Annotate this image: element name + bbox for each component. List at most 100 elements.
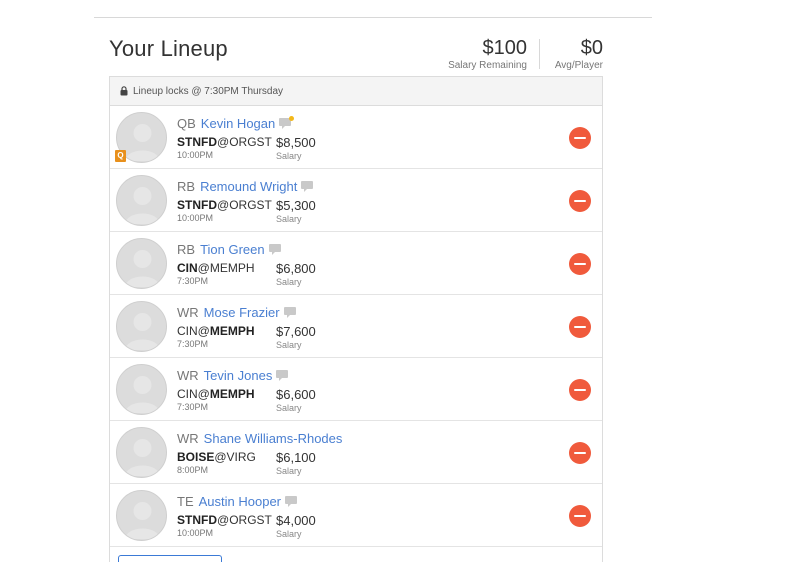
player-salary: $8,500 (276, 135, 316, 150)
remove-player-button[interactable] (569, 127, 591, 149)
player-name-link[interactable]: Kevin Hogan (201, 116, 275, 131)
matchup-at: @ (217, 135, 230, 149)
team-away: STNFD (177, 198, 217, 212)
remove-player-button[interactable] (569, 379, 591, 401)
team-away: CIN (177, 387, 198, 401)
game-matchup: CIN@MEMPH (177, 387, 255, 401)
player-position: RB (177, 241, 196, 257)
game-matchup: CIN@MEMPH (177, 261, 255, 275)
remove-player-button[interactable] (569, 253, 591, 275)
player-salary: $5,300 (276, 198, 316, 213)
avatar-placeholder-icon (116, 427, 167, 478)
player-name-link[interactable]: Tevin Jones (204, 368, 273, 383)
team-home: MEMPH (209, 387, 255, 401)
matchup-at: @ (197, 324, 210, 338)
news-icon[interactable] (285, 495, 298, 507)
matchup-at: @ (197, 387, 210, 401)
game-matchup: STNFD@ORGST (177, 135, 272, 149)
salary-label: Salary (276, 403, 302, 413)
avg-player-label: Avg/Player (554, 60, 603, 71)
remove-player-button[interactable] (569, 190, 591, 212)
player-row: WR Shane Williams-Rhodes BOISE@VIRG 8:00… (110, 421, 602, 484)
avatar-placeholder-icon (116, 490, 167, 541)
remove-icon (574, 452, 586, 454)
team-home: VIRG (226, 450, 256, 464)
remove-icon (574, 263, 586, 265)
player-row: TE Austin Hooper STNFD@ORGST 10:00PM $4,… (110, 484, 602, 547)
player-salary: $6,600 (276, 387, 316, 402)
team-home: ORGST (229, 198, 272, 212)
player-row: WR Tevin Jones CIN@MEMPH 7:30PM $6,600 S… (110, 358, 602, 421)
game-time: 7:30PM (177, 402, 209, 412)
remove-player-button[interactable] (569, 505, 591, 527)
salary-label: Salary (276, 151, 302, 161)
game-matchup: STNFD@ORGST (177, 198, 272, 212)
team-away: STNFD (177, 135, 217, 149)
player-salary: $7,600 (276, 324, 316, 339)
salary-label: Salary (276, 466, 302, 476)
team-home: ORGST (229, 135, 272, 149)
game-matchup: BOISE@VIRG (177, 450, 256, 464)
player-row: Q QB Kevin Hogan STNFD@ORGST 10:00PM $8,… (110, 106, 602, 169)
salary-label: Salary (276, 529, 302, 539)
team-away: STNFD (177, 513, 217, 527)
avg-player-stat: $0 Avg/Player (555, 36, 603, 71)
news-alert-dot (289, 115, 295, 121)
player-row: RB Remound Wright STNFD@ORGST 10:00PM $5… (110, 169, 602, 232)
player-position: QB (177, 115, 196, 131)
news-icon[interactable] (283, 306, 296, 318)
salary-label: Salary (276, 277, 302, 287)
news-icon[interactable] (276, 369, 289, 381)
player-name-link[interactable]: Mose Frazier (204, 305, 280, 320)
remove-player-button[interactable] (569, 316, 591, 338)
team-home: ORGST (229, 513, 272, 527)
player-position: WR (177, 304, 199, 320)
avatar-placeholder-icon (116, 364, 167, 415)
lineup-panel: Lineup locks @ 7:30PM Thursday Q QB Kevi… (109, 76, 603, 562)
player-name-link[interactable]: Tion Green (200, 242, 265, 257)
matchup-at: @ (217, 513, 230, 527)
avatar-placeholder-icon (116, 175, 167, 226)
player-name-link[interactable]: Remound Wright (200, 179, 297, 194)
remove-player-button[interactable] (569, 442, 591, 464)
remove-icon (574, 326, 586, 328)
player-row: WR Mose Frazier CIN@MEMPH 7:30PM $7,600 … (110, 295, 602, 358)
salary-remaining-label: Salary Remaining (448, 60, 527, 71)
lineup-lock-bar: Lineup locks @ 7:30PM Thursday (110, 77, 602, 106)
avatar-placeholder-icon (116, 301, 167, 352)
matchup-at: @ (217, 198, 230, 212)
game-time: 7:30PM (177, 276, 209, 286)
footer-button[interactable] (118, 555, 222, 562)
player-position: RB (177, 178, 196, 194)
avg-player-value: $0 (580, 37, 603, 59)
remove-icon (574, 389, 586, 391)
game-matchup: STNFD@ORGST (177, 513, 272, 527)
team-home: MEMPH (209, 261, 255, 275)
team-away: CIN (177, 324, 198, 338)
player-position: WR (177, 430, 199, 446)
page-title: Your Lineup (109, 36, 228, 61)
player-name-link[interactable]: Shane Williams-Rhodes (204, 431, 343, 446)
salary-remaining-stat: $100 Salary Remaining (448, 36, 527, 71)
remove-icon (574, 137, 586, 139)
stat-divider (539, 39, 540, 69)
player-salary: $6,800 (276, 261, 316, 276)
salary-label: Salary (276, 340, 302, 350)
player-salary: $6,100 (276, 450, 316, 465)
team-home: MEMPH (209, 324, 255, 338)
news-icon[interactable] (268, 243, 281, 255)
remove-icon (574, 200, 586, 202)
game-matchup: CIN@MEMPH (177, 324, 255, 338)
top-divider (94, 17, 652, 18)
lineup-header: Your Lineup $100 Salary Remaining $0 Avg… (109, 36, 603, 72)
lock-icon (120, 86, 128, 96)
game-time: 8:00PM (177, 465, 209, 475)
news-icon[interactable] (301, 180, 314, 192)
remove-icon (574, 515, 586, 517)
news-icon[interactable] (279, 115, 295, 129)
team-away: CIN (177, 261, 198, 275)
questionable-badge: Q (115, 150, 126, 162)
game-time: 10:00PM (177, 528, 214, 538)
matchup-at: @ (214, 450, 227, 464)
player-name-link[interactable]: Austin Hooper (199, 494, 281, 509)
